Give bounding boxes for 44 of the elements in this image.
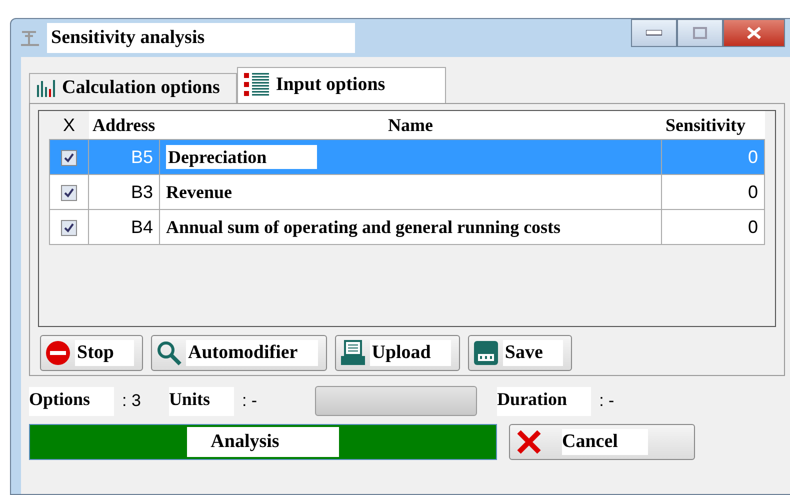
column-header: Sensitivity: [662, 111, 764, 140]
duration-label: Duration: [497, 386, 592, 416]
close-button[interactable]: [723, 19, 785, 47]
options-value: : 3: [122, 391, 141, 411]
cancel-button[interactable]: Cancel: [509, 424, 695, 460]
table-cell: 0: [748, 182, 758, 202]
save-button[interactable]: Save: [468, 335, 572, 371]
options-label: Options: [29, 386, 114, 416]
printer-icon: [340, 340, 366, 366]
table-cell: Revenue: [166, 182, 232, 202]
stop-icon: [45, 340, 71, 366]
maximize-button[interactable]: [677, 19, 723, 47]
close-icon: [746, 26, 762, 40]
column-header: Name: [160, 111, 662, 140]
table-cell: Depreciation: [166, 144, 317, 168]
tab[interactable]: Input options: [236, 67, 446, 103]
stop-button[interactable]: Stop: [40, 335, 143, 371]
search-icon: [156, 340, 182, 366]
maximize-icon: [693, 27, 707, 39]
duration-value: : -: [599, 391, 614, 411]
tab[interactable]: Calculation options: [29, 73, 237, 103]
table-cell: B4: [130, 216, 153, 236]
upload-button[interactable]: Upload: [334, 335, 460, 371]
cross-icon: [516, 429, 542, 455]
table-cell: B5: [130, 146, 153, 166]
minimize-button[interactable]: [631, 19, 677, 47]
table-cell: Annual sum of operating and general running costs: [166, 216, 561, 236]
units-label: Units: [168, 386, 234, 416]
column-header: Address: [88, 111, 160, 140]
checkbox[interactable]: [61, 220, 77, 236]
floppy-icon: [472, 340, 499, 366]
window-title: Sensitivity analysis: [47, 23, 355, 53]
table-cell: 0: [748, 146, 758, 166]
checkbox[interactable]: [61, 150, 77, 166]
minimize-icon: [646, 30, 662, 36]
bar-chart-icon: [36, 78, 56, 96]
app-icon: [19, 29, 41, 47]
checkbox[interactable]: [61, 184, 77, 200]
units-value: : -: [242, 391, 258, 411]
list-icon: [244, 72, 270, 98]
analysis-button[interactable]: Analysis: [29, 424, 497, 460]
table-cell: 0: [748, 216, 758, 236]
search-button[interactable]: Automodifier: [150, 335, 327, 371]
table-cell: B3: [130, 182, 153, 202]
